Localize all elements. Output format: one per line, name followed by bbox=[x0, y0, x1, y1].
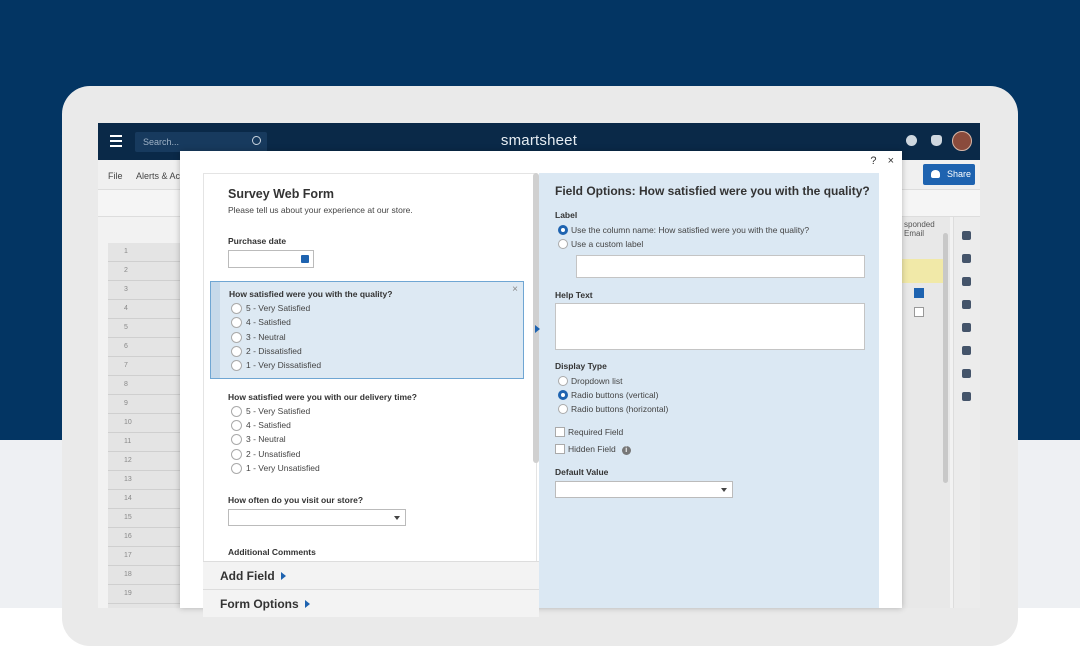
add-field-bar[interactable]: Add Field bbox=[203, 561, 539, 589]
visit-dropdown[interactable] bbox=[228, 509, 406, 526]
option-radio[interactable]: 5 - Very Satisfied bbox=[231, 406, 310, 417]
question-quality-label: How satisfied were you with the quality? bbox=[229, 289, 393, 299]
attachment-icon[interactable] bbox=[962, 254, 971, 263]
highlighted-cell bbox=[900, 259, 944, 283]
row-number: 18 bbox=[108, 566, 180, 585]
arrow-right-icon bbox=[280, 572, 286, 580]
radio-vertical-radio[interactable]: Radio buttons (vertical) bbox=[558, 390, 658, 400]
row-number: 1 bbox=[108, 243, 180, 262]
checkbox-checked[interactable] bbox=[914, 288, 924, 298]
field-options-title: Field Options: How satisfied were you wi… bbox=[555, 184, 870, 198]
row-number: 15 bbox=[108, 509, 180, 528]
row-number: 9 bbox=[108, 395, 180, 414]
question-delivery-label: How satisfied were you with our delivery… bbox=[228, 392, 417, 402]
hidden-field-checkbox[interactable]: Hidden Field i bbox=[555, 444, 631, 455]
row-number: 3 bbox=[108, 281, 180, 300]
sheet-scrollbar[interactable] bbox=[943, 233, 948, 483]
form-subtitle[interactable]: Please tell us about your experience at … bbox=[228, 205, 413, 215]
form-title[interactable]: Survey Web Form bbox=[228, 187, 334, 201]
filter-icon[interactable] bbox=[962, 323, 971, 332]
row-number: 7 bbox=[108, 357, 180, 376]
dialog-controls: ? × bbox=[862, 155, 894, 167]
option-radio[interactable]: 2 - Unsatisfied bbox=[231, 449, 300, 460]
option-radio[interactable]: 3 - Neutral bbox=[231, 434, 286, 445]
row-number: 13 bbox=[108, 471, 180, 490]
proofing-icon[interactable] bbox=[962, 346, 971, 355]
row-number: 16 bbox=[108, 528, 180, 547]
row-number: 8 bbox=[108, 376, 180, 395]
remove-field-icon[interactable]: × bbox=[512, 284, 518, 295]
row-number: 17 bbox=[108, 547, 180, 566]
row-number: 19 bbox=[108, 585, 180, 604]
bell-icon[interactable] bbox=[931, 135, 942, 146]
app-logo: smartsheet bbox=[500, 132, 578, 149]
row-numbers: 1 2 3 4 5 6 7 8 9 10 11 12 13 14 15 16 17 18 19 bbox=[108, 243, 180, 608]
comments-label: Additional Comments bbox=[228, 547, 316, 557]
info-icon[interactable]: i bbox=[621, 446, 631, 455]
row-number: 14 bbox=[108, 490, 180, 509]
right-sidebar bbox=[953, 217, 980, 608]
share-button[interactable]: Share bbox=[923, 164, 975, 185]
update-icon[interactable] bbox=[962, 277, 971, 286]
menu-alerts[interactable]: Alerts & Ac bbox=[136, 171, 180, 181]
form-options-label: Form Options bbox=[220, 597, 299, 611]
close-button[interactable]: × bbox=[888, 155, 894, 167]
comment-icon[interactable] bbox=[962, 231, 971, 240]
globe-icon[interactable] bbox=[962, 300, 971, 309]
option-radio[interactable]: 3 - Neutral bbox=[231, 332, 286, 343]
row-number: 11 bbox=[108, 433, 180, 452]
arrow-right-icon bbox=[304, 600, 310, 608]
publish-icon[interactable] bbox=[962, 392, 971, 401]
row-number: 6 bbox=[108, 338, 180, 357]
purchase-date-label: Purchase date bbox=[228, 236, 287, 246]
row-number: 10 bbox=[108, 414, 180, 433]
display-type-heading: Display Type bbox=[555, 361, 607, 371]
activity-icon[interactable] bbox=[962, 369, 971, 378]
option-radio[interactable]: 5 - Very Satisfied bbox=[231, 303, 310, 314]
required-field-checkbox[interactable]: Required Field bbox=[555, 427, 623, 437]
help-text-heading: Help Text bbox=[555, 290, 593, 300]
menu-file[interactable]: File bbox=[108, 171, 123, 181]
checkbox[interactable] bbox=[914, 307, 924, 317]
drag-handle[interactable] bbox=[211, 282, 220, 378]
selected-question[interactable]: × How satisfied were you with the qualit… bbox=[210, 281, 524, 379]
label-heading: Label bbox=[555, 210, 578, 220]
option-radio[interactable]: 1 - Very Dissatisfied bbox=[231, 360, 321, 371]
use-column-name-radio[interactable]: Use the column name: How satisfied were … bbox=[558, 225, 809, 235]
help-button[interactable]: ? bbox=[870, 155, 876, 167]
question-visit-label: How often do you visit our store? bbox=[228, 495, 364, 505]
add-field-label: Add Field bbox=[220, 569, 275, 583]
row-number: 12 bbox=[108, 452, 180, 471]
row-number: 5 bbox=[108, 319, 180, 338]
dropdown-list-radio[interactable]: Dropdown list bbox=[558, 376, 623, 386]
help-icon[interactable] bbox=[906, 135, 917, 146]
help-text-input[interactable] bbox=[555, 303, 865, 350]
use-custom-label-radio[interactable]: Use a custom label bbox=[558, 239, 643, 249]
option-radio[interactable]: 4 - Satisfied bbox=[231, 420, 291, 431]
form-preview: Survey Web Form Please tell us about you… bbox=[203, 173, 537, 608]
field-options-panel: Field Options: How satisfied were you wi… bbox=[535, 173, 879, 608]
row-number: 4 bbox=[108, 300, 180, 319]
purchase-date-input[interactable] bbox=[228, 250, 314, 268]
custom-label-input[interactable] bbox=[576, 255, 865, 278]
hidden-field-label: Hidden Field bbox=[568, 444, 616, 454]
option-radio[interactable]: 2 - Dissatisfied bbox=[231, 346, 302, 357]
pointer-arrow-icon bbox=[535, 325, 540, 333]
default-value-heading: Default Value bbox=[555, 467, 609, 477]
form-options-bar[interactable]: Form Options bbox=[203, 589, 539, 617]
option-radio[interactable]: 4 - Satisfied bbox=[231, 317, 291, 328]
option-radio[interactable]: 1 - Very Unsatisfied bbox=[231, 463, 320, 474]
calendar-icon[interactable] bbox=[301, 255, 309, 263]
avatar[interactable] bbox=[952, 131, 972, 151]
form-builder-dialog: ? × Survey Web Form Please tell us about… bbox=[180, 151, 902, 617]
radio-horizontal-radio[interactable]: Radio buttons (horizontal) bbox=[558, 404, 668, 414]
default-value-dropdown[interactable] bbox=[555, 481, 733, 498]
row-number: 2 bbox=[108, 262, 180, 281]
